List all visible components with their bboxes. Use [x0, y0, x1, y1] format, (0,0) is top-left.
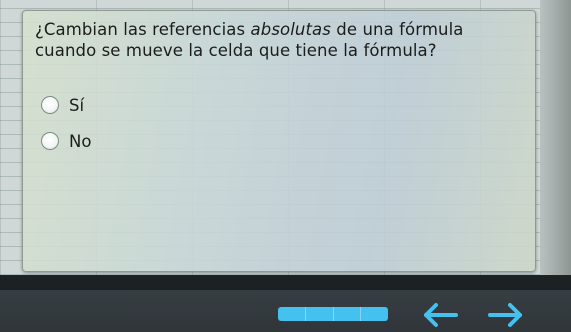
progress-segment [334, 307, 362, 321]
progress-segment [278, 307, 306, 321]
quiz-question: ¿Cambian las referencias absolutas de un… [35, 19, 530, 61]
progress-segment [306, 307, 334, 321]
answer-option-no[interactable]: No [41, 129, 91, 153]
answer-label-si: Sí [69, 95, 85, 115]
previous-button[interactable] [418, 298, 462, 328]
progress-segment [361, 307, 388, 321]
window-edge [540, 0, 571, 275]
quiz-dialog: ¿Cambian las referencias absolutas de un… [22, 10, 536, 272]
arrow-left-icon [424, 303, 458, 327]
question-text-start: ¿Cambian las referencias [35, 20, 251, 39]
answer-option-si[interactable]: Sí [41, 93, 84, 117]
question-emphasis: absolutas [250, 20, 331, 39]
next-button[interactable] [484, 298, 528, 328]
arrow-right-icon [488, 303, 522, 327]
toolbar-divider [0, 276, 571, 290]
radio-button-si[interactable] [41, 96, 59, 114]
progress-indicator[interactable] [278, 307, 388, 321]
radio-button-no[interactable] [41, 132, 59, 150]
answer-label-no: No [69, 131, 92, 151]
